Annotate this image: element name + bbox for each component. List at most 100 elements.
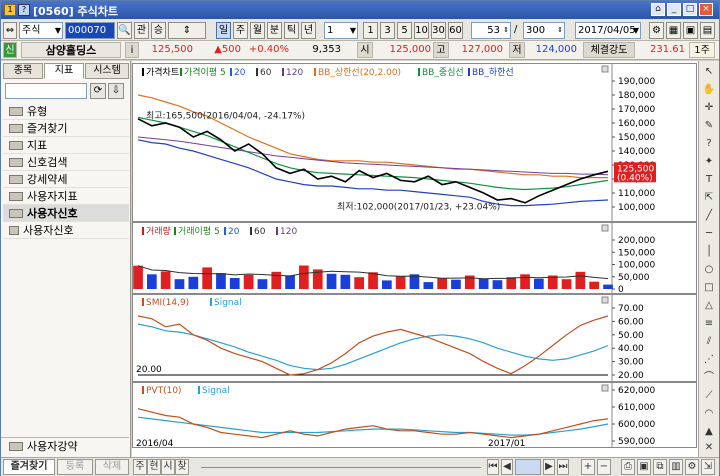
tree-item-user-signal-child[interactable]: 사용자신호 [3, 222, 129, 239]
scroll-track[interactable] [201, 467, 481, 468]
table-icon[interactable]: ▤ [700, 22, 715, 39]
period-day[interactable]: 일 [216, 22, 231, 39]
hand-icon[interactable]: ✋ [702, 83, 716, 97]
zigzag-tool-icon[interactable]: ⟋ [702, 389, 716, 403]
maximize-icon[interactable]: □ [683, 3, 697, 16]
triangle-tool-icon[interactable]: △ [702, 299, 716, 313]
tree-item-label: 유형 [27, 105, 48, 118]
search-icon[interactable]: 🔍 [117, 22, 132, 39]
tab-week[interactable]: 주 [133, 459, 147, 475]
cursor-icon[interactable]: ↖ [702, 65, 716, 79]
zoom-out-icon[interactable]: − [597, 459, 611, 475]
layout-icon[interactable]: ▣ [683, 22, 698, 39]
market-select[interactable]: 주식 ▼ [19, 22, 63, 39]
tree-item-user-signal[interactable]: 사용자신호 [3, 205, 129, 222]
download-icon[interactable]: ⇩ [108, 83, 124, 99]
grid-icon[interactable]: ▦ [666, 22, 681, 39]
cross-icon[interactable]: ✛ [702, 101, 716, 115]
line-tool-icon[interactable]: ╱ [702, 209, 716, 223]
scroll-first-icon[interactable]: ⏮ [487, 459, 499, 475]
tree-item-indicator[interactable]: 지표 [3, 137, 129, 154]
copy-icon[interactable]: ⧉ [653, 459, 667, 475]
hline-tool-icon[interactable]: ─ [702, 227, 716, 241]
register-button[interactable]: 등록 [57, 459, 93, 475]
gwan-button[interactable]: 관 [134, 22, 149, 39]
tree-item-user-indicator[interactable]: 사용자지표 [3, 188, 129, 205]
delete-tool-icon[interactable]: ✕ [702, 441, 716, 455]
scroll-last-icon[interactable]: ⏭ [557, 459, 569, 475]
sang-button[interactable]: 승 [151, 22, 166, 39]
date-select[interactable]: 2017/04/05 ▼ [575, 22, 641, 39]
tree-item-type[interactable]: 유형 [3, 103, 129, 120]
help-icon[interactable]: ? [18, 4, 30, 16]
rect-tool-icon[interactable]: □ [702, 281, 716, 295]
zoom-input[interactable]: 53 ⇕ [471, 22, 511, 39]
interval-5[interactable]: 5 [397, 22, 412, 39]
title-bar[interactable]: 1 ? [0560] 주식차트 ⌂ _ □ × [1, 1, 719, 19]
period-minute[interactable]: 분 [267, 22, 282, 39]
legend-marker [418, 68, 420, 76]
vline-tool-icon[interactable]: │ [702, 245, 716, 259]
period-year[interactable]: 년 [301, 22, 316, 39]
indicator-search-input[interactable] [5, 83, 87, 99]
current-price: 125,500 [151, 44, 193, 55]
count-select[interactable]: 1 ▼ [324, 22, 358, 39]
chart-area[interactable]: 190,000 180,000 170,000 160,000 150,000 140,0… [132, 61, 698, 457]
cycle-tool-icon[interactable]: ⌒ [702, 371, 716, 385]
tab-market[interactable]: 시 [161, 459, 175, 475]
chart-canvas[interactable]: 190,000 180,000 170,000 160,000 150,000 140,0… [132, 61, 698, 457]
tab-current[interactable]: 현 [147, 459, 161, 475]
star-icon[interactable]: ✦ [702, 155, 716, 169]
tree-item-signal-search[interactable]: 신호검색 [3, 154, 129, 171]
tree-item-strength[interactable]: 강세약세 [3, 171, 129, 188]
print-icon[interactable]: ⎙ [621, 459, 635, 475]
pin-icon[interactable]: ⌂ [651, 3, 665, 16]
delete-button[interactable]: 삭제 [95, 459, 129, 475]
channel-tool-icon[interactable]: ⫽ [702, 335, 716, 349]
arc-tool-icon[interactable]: ◠ [702, 407, 716, 421]
scroll-thumb[interactable] [515, 459, 541, 475]
text-tool-icon[interactable]: T [702, 173, 716, 187]
tree-item-user-strength[interactable]: 사용자강약 [1, 437, 129, 455]
tab-find[interactable]: 찾 [175, 459, 189, 475]
stepper-icon[interactable]: ⇕ [168, 22, 206, 39]
arrow-tool-icon[interactable]: ⇱ [702, 191, 716, 205]
scroll-next-icon[interactable]: ▶ [543, 459, 555, 475]
period-month[interactable]: 월 [250, 22, 265, 39]
question-icon[interactable]: ? [702, 137, 716, 151]
refresh-icon[interactable]: ⟳ [90, 83, 106, 99]
interval-1[interactable]: 1 [363, 22, 378, 39]
chart-type-icon[interactable]: ▥ [669, 459, 683, 475]
minimize-icon[interactable]: _ [667, 3, 681, 16]
period-week[interactable]: 주 [233, 22, 248, 39]
arrow-left-right-icon[interactable]: ⇔ [3, 22, 17, 39]
interval-60[interactable]: 60 [448, 22, 463, 39]
info-button[interactable]: i [125, 42, 139, 58]
fill-tool-icon[interactable]: ▲ [702, 425, 716, 439]
save-icon[interactable]: ▣ [637, 459, 651, 475]
fib-tool-icon[interactable]: ≡ [702, 317, 716, 331]
volume-bar [382, 280, 392, 289]
circle-tool-icon[interactable]: ○ [702, 263, 716, 277]
scroll-prev-icon[interactable]: ◀ [501, 459, 513, 475]
tab-system[interactable]: 시스템 [85, 63, 129, 79]
stock-code-input[interactable]: 000070 [65, 22, 115, 39]
config-icon[interactable]: ⚙ [685, 459, 699, 475]
tree-item-favorites[interactable]: 즐겨찾기 [3, 120, 129, 137]
expand-icon[interactable]: ⇲ [701, 459, 715, 475]
fan-tool-icon[interactable]: ⋰ [702, 353, 716, 367]
tab-stock[interactable]: 종목 [3, 63, 43, 79]
tab-indicator[interactable]: 지표 [44, 63, 84, 79]
eraser-icon[interactable]: ✎ [702, 119, 716, 133]
favorites-button[interactable]: 즐겨찾기 [3, 459, 55, 475]
zoom-in-icon[interactable]: + [581, 459, 595, 475]
settings-icon[interactable]: ⚙ [649, 22, 664, 39]
interval-3[interactable]: 3 [380, 22, 395, 39]
interval-10[interactable]: 10 [414, 22, 429, 39]
range-input[interactable]: 300 ⇕ [523, 22, 565, 39]
close-icon[interactable]: × [699, 3, 713, 16]
unit-button[interactable]: 1주 [689, 42, 715, 58]
volume-bar [534, 278, 544, 289]
period-tick[interactable]: 틱 [284, 22, 299, 39]
interval-30[interactable]: 30 [431, 22, 446, 39]
